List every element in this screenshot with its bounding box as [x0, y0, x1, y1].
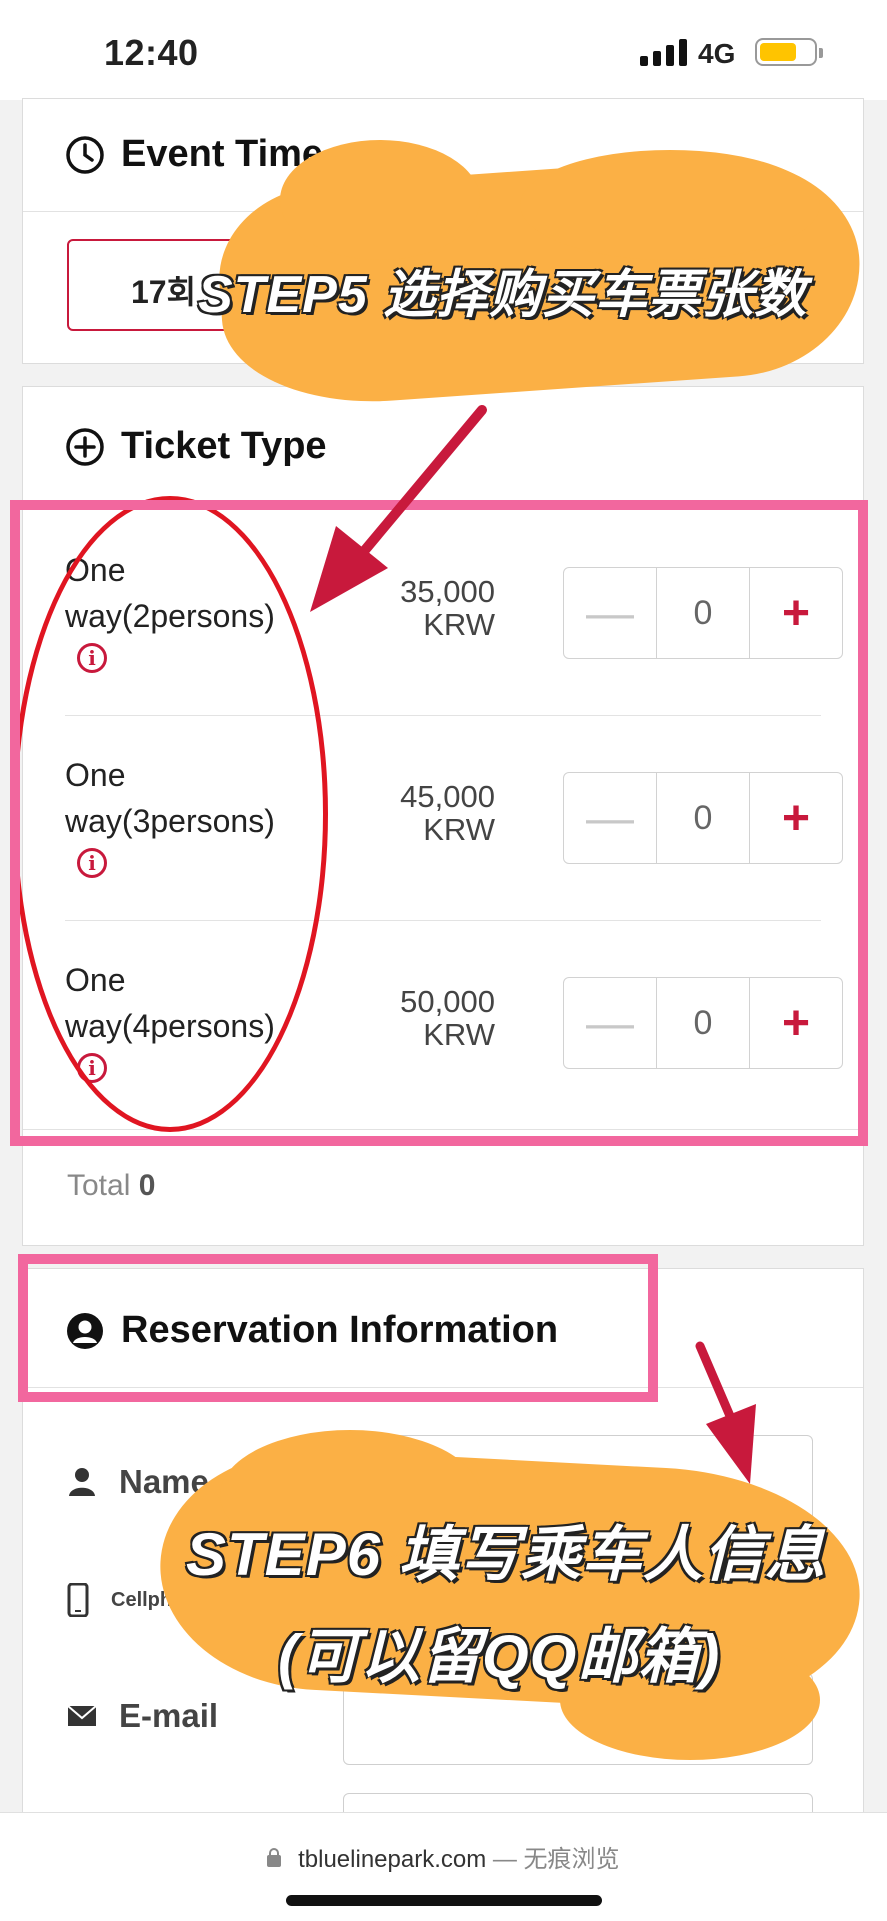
email-label: E-mail	[67, 1697, 218, 1735]
step5-annotation: STEP5 选择购买车票张数	[198, 266, 808, 324]
home-indicator[interactable]	[286, 1895, 602, 1906]
total-label: Total	[67, 1169, 131, 1202]
highlight-blob	[520, 150, 820, 260]
annotation-box	[10, 500, 868, 1146]
step6-annotation: STEP6 填写乘车人信息	[186, 1521, 826, 1588]
envelope-icon	[67, 1705, 97, 1726]
event-time-header: Event Time	[65, 133, 323, 176]
lock-icon	[267, 1848, 282, 1867]
email-label-text: E-mail	[119, 1697, 219, 1734]
ticket-type-title: Ticket Type	[121, 425, 327, 467]
url-domain: tbluelinepark.com	[298, 1846, 487, 1873]
step6-note: (可以留QQ邮箱)	[278, 1623, 721, 1690]
add-circle-icon	[66, 427, 104, 466]
total-value: 0	[138, 1169, 156, 1202]
clock-icon	[66, 135, 104, 174]
private-mode-label: — 无痕浏览	[492, 1846, 620, 1873]
phone-icon	[67, 1583, 89, 1617]
status-bar: 12:40 4G	[0, 0, 887, 100]
url-display[interactable]: tbluelinepark.com — 无痕浏览	[0, 1839, 887, 1874]
ticket-type-header: Ticket Type	[65, 425, 327, 468]
event-time-value: 17회	[131, 274, 197, 310]
person-icon	[69, 1468, 95, 1496]
highlight-blob	[280, 140, 480, 260]
battery-icon	[755, 38, 823, 66]
status-time: 12:40	[104, 32, 199, 73]
cellphone-label: Cellph	[67, 1583, 172, 1617]
browser-address-bar[interactable]: tbluelinepark.com — 无痕浏览	[0, 1812, 887, 1921]
cellular-signal-icon	[640, 38, 687, 66]
network-type: 4G	[698, 38, 736, 69]
name-label: Name	[67, 1463, 209, 1501]
total-count: Total 0	[67, 1169, 155, 1203]
annotation-box	[18, 1254, 658, 1402]
